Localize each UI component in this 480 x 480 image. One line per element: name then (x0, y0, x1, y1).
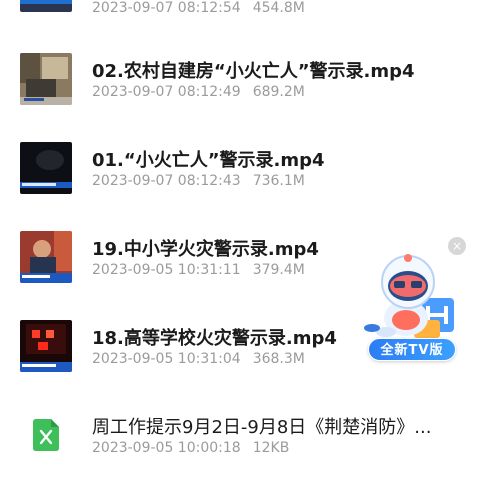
file-name: 周工作提示9月2日-9月8日《荆楚消防》... (92, 417, 432, 438)
video-thumbnail (20, 142, 72, 194)
file-name: 19.中小学火灾警示录.mp4 (92, 239, 319, 260)
file-meta: 2023-09-07 08:12:43 736.1M (92, 173, 305, 189)
file-date: 2023-09-07 08:12:54 (92, 0, 241, 16)
close-icon[interactable]: × (448, 237, 466, 255)
file-name: 02.农村自建房“小火亡人”警示录.mp4 (92, 61, 415, 82)
excel-file-icon (33, 419, 59, 451)
tv-version-badge[interactable]: 全新TV版 (368, 338, 456, 361)
file-size: 689.2M (252, 84, 305, 100)
file-date: 2023-09-05 10:00:18 (92, 440, 241, 456)
file-size: 12KB (252, 440, 290, 456)
file-date: 2023-09-05 10:31:04 (92, 351, 241, 367)
file-date: 2023-09-05 10:31:11 (92, 262, 241, 278)
file-date: 2023-09-07 08:12:49 (92, 84, 241, 100)
file-size: 736.1M (252, 173, 305, 189)
file-item-5[interactable]: 周工作提示9月2日-9月8日《荆楚消防》... 2023-09-05 10:00… (0, 401, 480, 480)
file-meta: 2023-09-07 08:12:49 689.2M (92, 84, 305, 100)
video-thumbnail (20, 53, 72, 105)
file-meta: 2023-09-05 10:00:18 12KB (92, 440, 289, 456)
file-meta: 2023-09-05 10:31:11 379.4M (92, 262, 305, 278)
file-size: 368.3M (252, 351, 305, 367)
video-thumbnail (20, 231, 72, 283)
file-item-1[interactable]: 02.农村自建房“小火亡人”警示录.mp4 2023-09-07 08:12:4… (0, 45, 480, 134)
file-meta: 2023-09-05 10:31:04 368.3M (92, 351, 305, 367)
file-size: 454.8M (252, 0, 305, 16)
file-size: 379.4M (252, 262, 305, 278)
file-date: 2023-09-07 08:12:43 (92, 173, 241, 189)
file-meta: 2023-09-07 08:12:54 454.8M (92, 0, 305, 16)
video-thumbnail (20, 0, 72, 12)
video-thumbnail (20, 320, 72, 372)
file-item-0[interactable]: 2023-09-07 08:12:54 454.8M (0, 0, 480, 45)
file-item-2[interactable]: 01.“小火亡人”警示录.mp4 2023-09-07 08:12:43 736.… (0, 134, 480, 223)
file-name: 18.高等学校火灾警示录.mp4 (92, 328, 337, 349)
file-name: 01.“小火亡人”警示录.mp4 (92, 150, 325, 171)
